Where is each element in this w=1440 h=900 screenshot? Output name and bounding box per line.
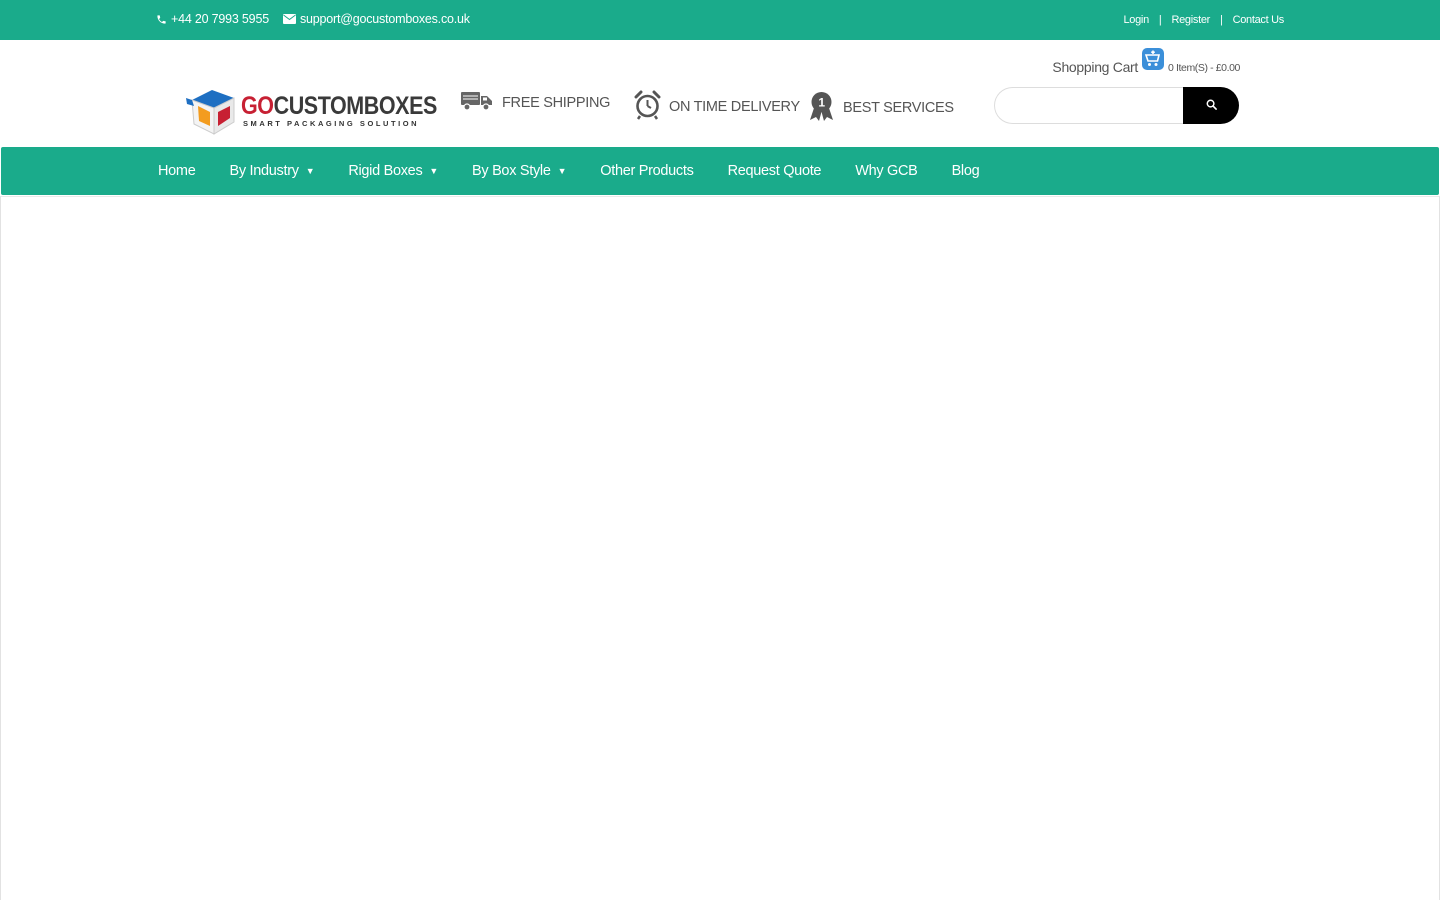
- phone-number: +44 20 7993 5955: [171, 12, 269, 26]
- contact-us-link[interactable]: Contact Us: [1233, 14, 1285, 26]
- nav-item-home[interactable]: Home: [158, 163, 196, 179]
- caret-down-icon: ▼: [429, 166, 439, 176]
- feature-best-services: 1 BEST SERVICES: [808, 90, 954, 126]
- site-logo[interactable]: GOCUSTOMBOXES SMART PACKAGING SOLUTION: [184, 86, 437, 138]
- alarm-clock-icon: [634, 90, 661, 124]
- envelope-icon: [282, 14, 296, 24]
- search-input[interactable]: [994, 87, 1183, 124]
- email-item[interactable]: support@gocustomboxes.co.uk: [282, 12, 470, 26]
- feature-label: FREE SHIPPING: [502, 95, 611, 111]
- nav-item-by-industry[interactable]: By Industry ▼: [229, 163, 314, 179]
- feature-on-time-delivery: ON TIME DELIVERY: [634, 90, 800, 124]
- nav-item-request-quote[interactable]: Request Quote: [728, 163, 822, 179]
- nav-item-by-box-style[interactable]: By Box Style ▼: [472, 163, 567, 179]
- login-link[interactable]: Login: [1123, 14, 1149, 26]
- link-separator: |: [1158, 14, 1162, 26]
- register-link[interactable]: Register: [1171, 14, 1210, 26]
- truck-icon: [460, 90, 494, 116]
- feature-label: BEST SERVICES: [843, 100, 954, 116]
- email-address: support@gocustomboxes.co.uk: [299, 12, 470, 26]
- main-nav: Home By Industry ▼ Rigid Boxes ▼ By Box St…: [1, 147, 1439, 195]
- site-header: GOCUSTOMBOXES SMART PACKAGING SOLUTION F…: [0, 40, 1440, 147]
- brand-name: GOCUSTOMBOXES: [241, 92, 437, 120]
- search-bar: [994, 87, 1239, 124]
- caret-down-icon: ▼: [305, 166, 315, 176]
- account-links: Login | Register | Contact Us: [1123, 14, 1284, 26]
- nav-item-other-products[interactable]: Other Products: [600, 163, 694, 179]
- cart-summary: 0 Item(S) - £0.00: [1168, 62, 1240, 74]
- search-icon: [1206, 98, 1217, 113]
- contact-info: +44 20 7993 5955 support@gocustomboxes.c…: [156, 12, 478, 26]
- nav-item-why-gcb[interactable]: Why GCB: [855, 163, 918, 179]
- main-content: [0, 196, 1440, 900]
- shopping-cart[interactable]: Shopping Cart 0 Item(S) - £0.00: [1052, 48, 1240, 75]
- nav-item-rigid-boxes[interactable]: Rigid Boxes ▼: [348, 163, 438, 179]
- phone-item[interactable]: +44 20 7993 5955: [156, 12, 269, 26]
- phone-icon: [156, 14, 167, 25]
- award-ribbon-icon: 1: [808, 90, 835, 126]
- link-separator: |: [1220, 14, 1223, 26]
- search-button[interactable]: [1183, 87, 1239, 124]
- brand-tagline: SMART PACKAGING SOLUTION: [243, 119, 420, 128]
- svg-text:1: 1: [818, 96, 825, 110]
- feature-free-shipping: FREE SHIPPING: [460, 90, 610, 116]
- cart-icon: [1142, 48, 1165, 75]
- box-logo-icon: [184, 86, 240, 143]
- cart-label: Shopping Cart: [1052, 59, 1139, 75]
- nav-item-blog[interactable]: Blog: [952, 163, 980, 179]
- top-bar: +44 20 7993 5955 support@gocustomboxes.c…: [0, 0, 1440, 40]
- feature-label: ON TIME DELIVERY: [669, 99, 800, 115]
- caret-down-icon: ▼: [557, 166, 567, 176]
